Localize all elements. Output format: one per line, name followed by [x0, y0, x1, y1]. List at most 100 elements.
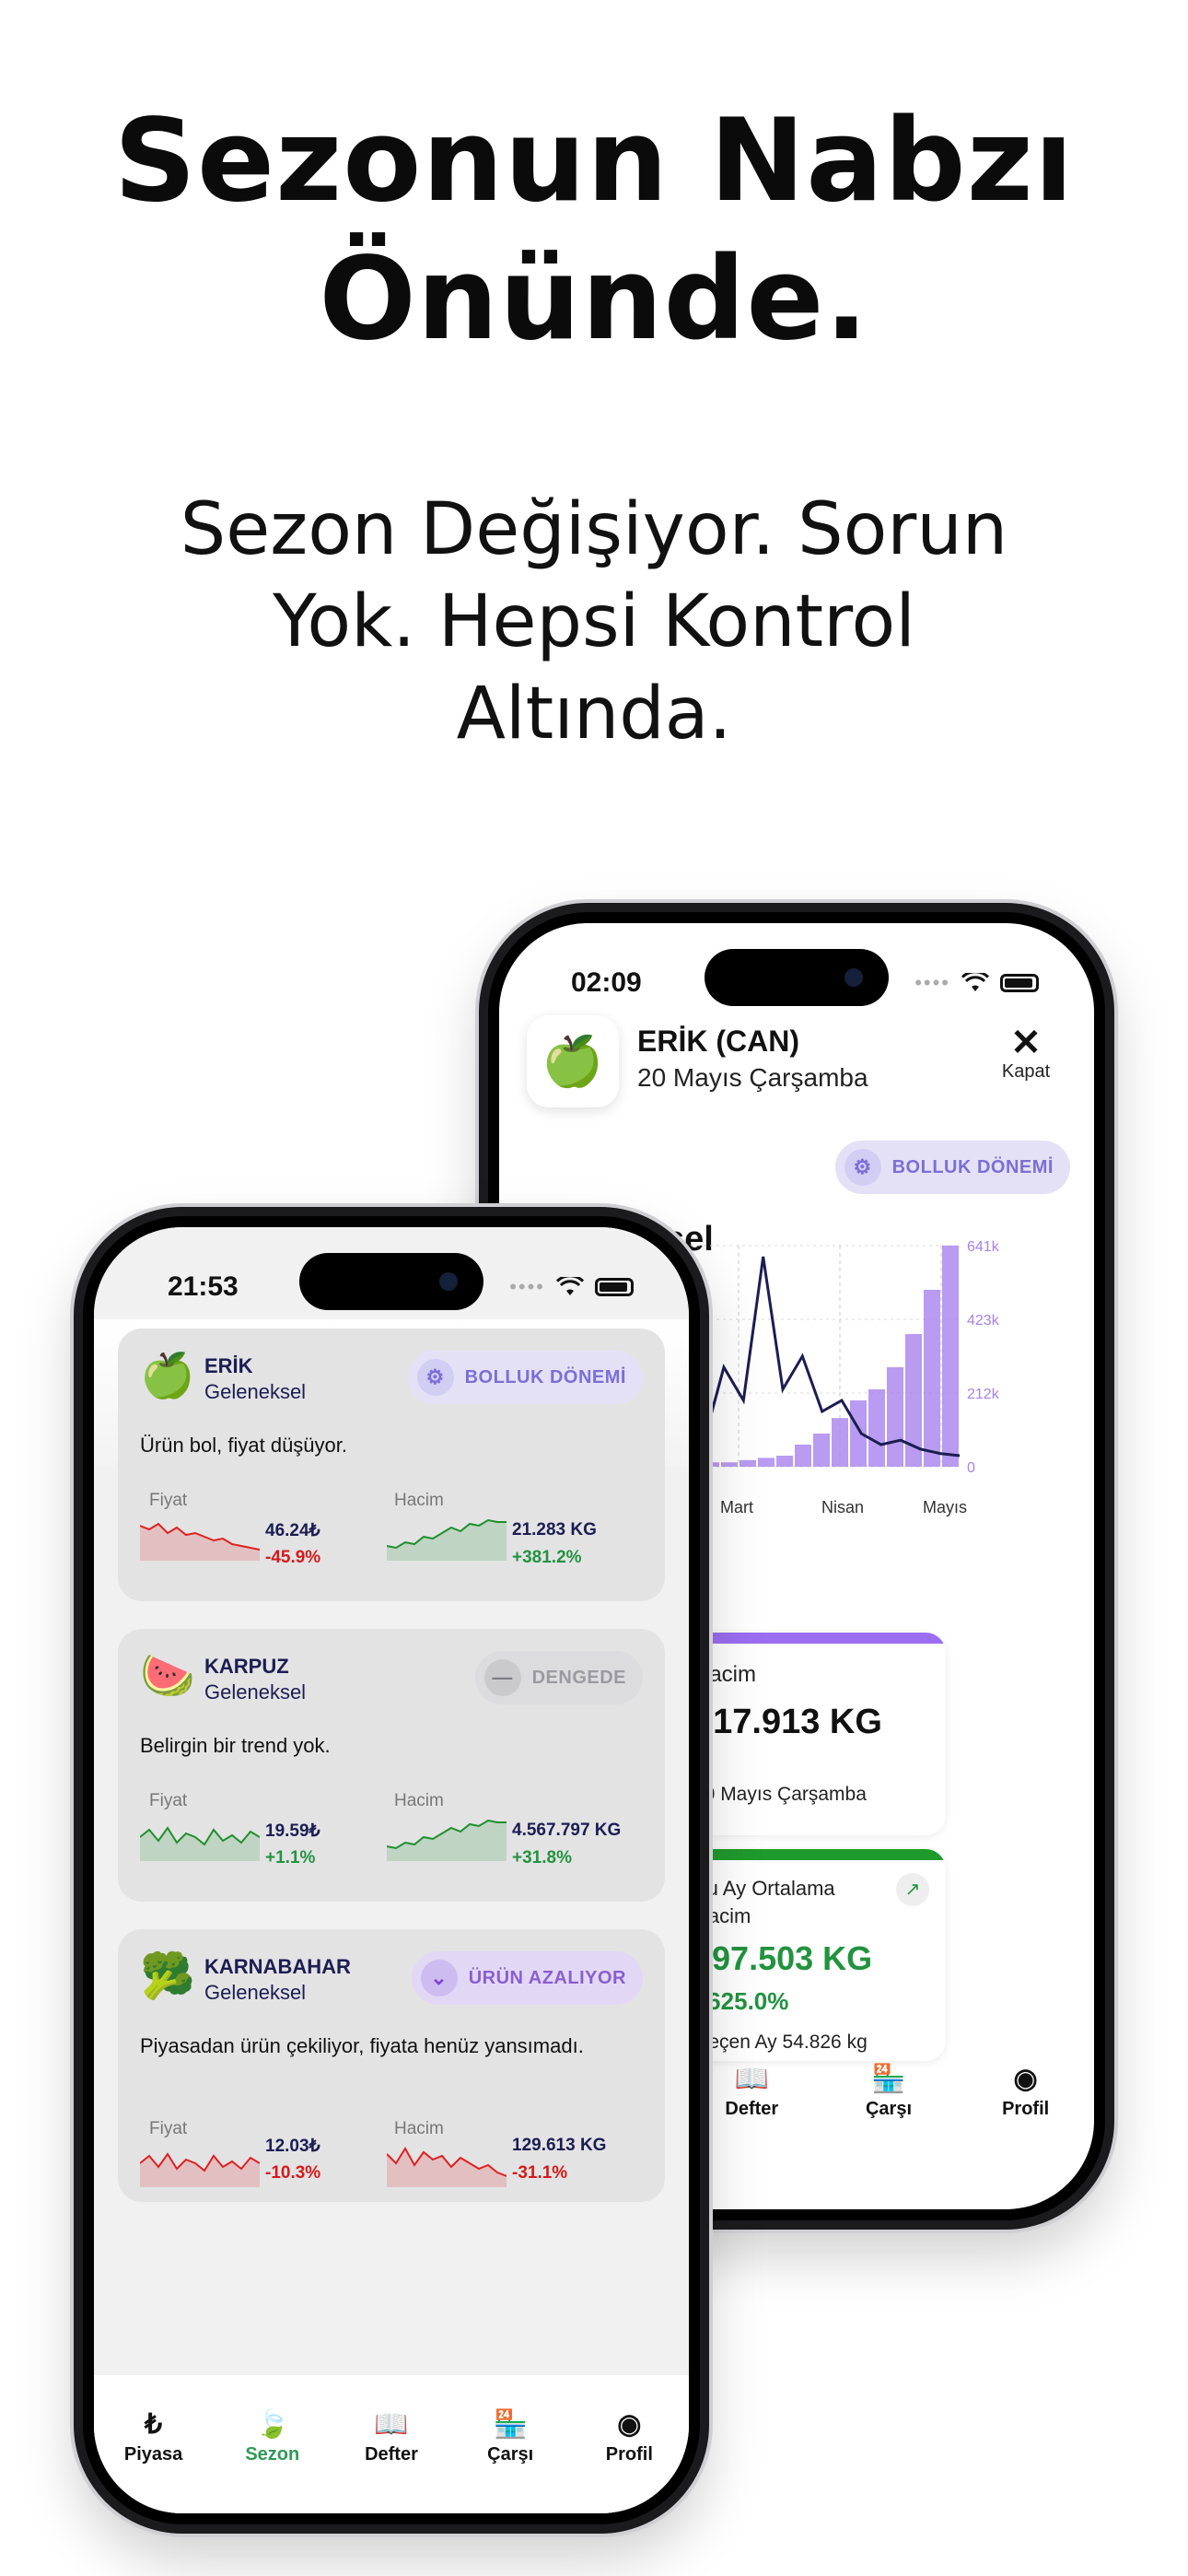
lira-icon: ₺ — [145, 2409, 163, 2440]
volume-bar — [758, 1458, 775, 1467]
profile-icon: ◉ — [1013, 2064, 1038, 2094]
profile-icon: ◉ — [617, 2409, 642, 2440]
tab-çarşı[interactable]: 🏪 Çarşı — [455, 2411, 565, 2465]
product-icon: 🍏 — [140, 1352, 195, 1400]
x-tick-label: Mart — [720, 1498, 753, 1516]
volume-value: 129.613 KG — [512, 2136, 607, 2155]
price-sparkline — [140, 2152, 260, 2187]
tab-label: Sezon — [245, 2444, 300, 2465]
tab-label: Piyasa — [123, 2444, 183, 2465]
avg-card-footer: Geçen Ay 54.826 kg — [693, 2032, 868, 2053]
price-label: Fiyat — [149, 1791, 188, 1810]
headline-line-1: Sezonun Nabzı — [113, 95, 1075, 228]
trend-description: Ürün bol, fiyat düşüyor. — [140, 1434, 348, 1457]
list-item[interactable]: 🍏 ERİK Geleneksel ⚙ BOLLUK DÖNEMİ Ürün b… — [118, 1329, 665, 1601]
volume-bar — [721, 1462, 738, 1467]
volume-bar — [740, 1459, 756, 1467]
wifi-icon — [556, 1277, 584, 1295]
x-tick-label: Mayıs — [923, 1498, 967, 1516]
close-label: Kapat — [1001, 1061, 1051, 1082]
y-tick-label: 641k — [967, 1239, 1000, 1255]
status-badge[interactable]: — DENGEDE — [474, 1651, 643, 1704]
list-item[interactable]: 🍉 KARPUZ Geleneksel — DENGEDE Belirgin b… — [118, 1629, 665, 1902]
tab-defter[interactable]: 📖 Defter — [696, 2066, 807, 2120]
status-time: 02:09 — [571, 967, 642, 998]
fruit-icon: 🍏 — [527, 1015, 619, 1107]
tab-label: Çarşı — [865, 2099, 912, 2119]
subheadline: Sezon Değişiyor. Sorun Yok. Hepsi Kontro… — [134, 484, 1054, 760]
volume-change: +31.8% — [512, 1848, 572, 1868]
book-icon: 📖 — [374, 2409, 409, 2440]
badge-label: DENGEDE — [531, 1667, 626, 1688]
dynamic-island — [299, 1253, 483, 1310]
front-tab-bar: ₺ Piyasa 🍃 Sezon 📖 Defter 🏪 Çarşı ◉ Profil — [94, 2411, 689, 2465]
product-title: ERİK (CAN) — [637, 1025, 799, 1058]
product-icon: 🍉 — [140, 1652, 195, 1701]
volume-value: 21.283 KG — [512, 1520, 597, 1540]
close-button[interactable]: ✕ Kapat — [989, 1025, 1063, 1083]
tab-piyasa[interactable]: ₺ Piyasa — [99, 2411, 209, 2465]
price-value: 46.24₺ — [265, 1521, 320, 1540]
tab-profil[interactable]: ◉ Profil — [971, 2066, 1081, 2120]
y-tick-label: 0 — [967, 1460, 975, 1476]
volume-value: 4.567.797 KG — [512, 1821, 622, 1840]
chevron-down-icon: ⌄ — [420, 1960, 458, 1996]
volume-bar — [942, 1246, 959, 1467]
headline-line-2: Önünde. — [319, 233, 869, 366]
store-icon: 🏪 — [871, 2064, 906, 2094]
tab-profil[interactable]: ◉ Profil — [574, 2411, 684, 2465]
store-icon: 🏪 — [493, 2409, 528, 2440]
volume-bar — [924, 1290, 940, 1467]
subheadline-line-1: Sezon Değişiyor. Sorun — [180, 488, 1008, 571]
book-icon: 📖 — [734, 2064, 769, 2094]
status-time: 21:53 — [168, 1271, 239, 1302]
subheadline-line-3: Altında. — [456, 673, 732, 755]
tab-label: Profil — [605, 2444, 653, 2465]
volume-sparkline — [387, 1518, 507, 1561]
minus-icon: — — [483, 1659, 521, 1696]
monthly-average-card: Bu Ay Ortalama Hacim ↗ 397.503 KG +625.0… — [679, 1849, 946, 2061]
phone-list-mockup: 21:53 •••• 🌿 🍏 ERİK Geleneksel ⚙ BOLLUK … — [74, 1207, 709, 2534]
detail-header: 🍏 ERİK (CAN) 20 Mayıs Çarşamba ✕ Kapat — [527, 1015, 1066, 1117]
y-tick-label: 212k — [967, 1387, 1000, 1402]
trend-description: Piyasadan ürün çekiliyor, fiyata henüz y… — [140, 2034, 584, 2057]
subheadline-line-2: Yok. Hepsi Kontrol — [273, 580, 915, 663]
volume-bar — [887, 1367, 903, 1467]
status-badge[interactable]: ⌄ ÜRÜN AZALIYOR — [411, 1951, 643, 2005]
tab-carsi[interactable]: 🏪 Çarşı — [833, 2066, 944, 2120]
tab-defter[interactable]: 📖 Defter — [336, 2411, 447, 2465]
tab-label: Defter — [365, 2444, 418, 2465]
product-type: Geleneksel — [204, 1981, 307, 2004]
product-name: KARPUZ — [204, 1655, 289, 1678]
volume-sparkline — [387, 1819, 507, 1861]
x-tick-label: Nisan — [821, 1498, 864, 1516]
volume-bar — [813, 1434, 830, 1467]
volume-card-footer: 20 Mayıs Çarşamba — [693, 1784, 867, 1805]
gear-icon: ⚙ — [844, 1149, 881, 1186]
signal-icon: •••• — [509, 1275, 545, 1298]
arrow-up-icon: ↗ — [896, 1873, 929, 1906]
volume-change: +381.2% — [512, 1548, 582, 1567]
status-badge[interactable]: ⚙ BOLLUK DÖNEMİ — [407, 1351, 643, 1404]
volume-card-value: 617.913 KG — [693, 1703, 882, 1741]
battery-icon — [1000, 974, 1039, 992]
tab-sezon[interactable]: 🍃 Sezon — [217, 2411, 328, 2465]
volume-change: -31.1% — [512, 2163, 568, 2183]
price-change: -45.9% — [265, 1548, 321, 1567]
status-badge[interactable]: ⚙ BOLLUK DÖNEMİ — [834, 1141, 1070, 1194]
list-item[interactable]: 🥦 KARNABAHAR Geleneksel ⌄ ÜRÜN AZALIYOR … — [118, 1929, 665, 2202]
volume-bar — [776, 1456, 793, 1467]
avg-card-title: Bu Ay Ortalama Hacim — [693, 1877, 835, 1927]
product-name: KARNABAHAR — [204, 1955, 351, 1978]
price-change: +1.1% — [265, 1848, 316, 1868]
battery-icon — [595, 1278, 634, 1296]
signal-icon: •••• — [914, 971, 950, 994]
tab-label: Defter — [725, 2099, 779, 2119]
dynamic-island — [705, 949, 889, 1006]
wifi-icon — [961, 973, 989, 991]
product-date: 20 Mayıs Çarşamba — [637, 1063, 868, 1092]
product-name: ERİK — [204, 1354, 253, 1377]
volume-bar — [868, 1389, 885, 1467]
badge-label: ÜRÜN AZALIYOR — [468, 1967, 626, 1988]
close-icon: ✕ — [1010, 1023, 1042, 1063]
